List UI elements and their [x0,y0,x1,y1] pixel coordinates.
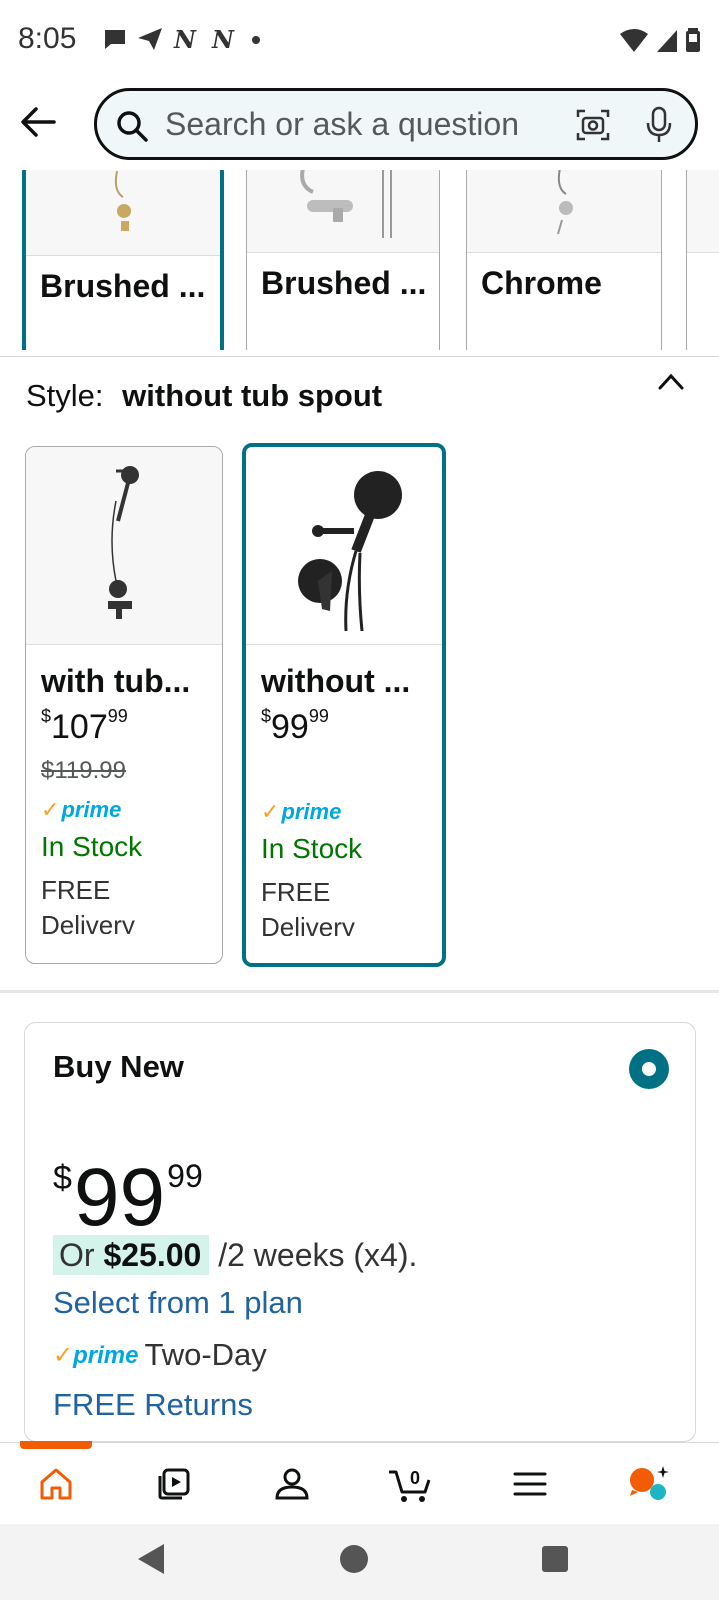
camera-search-icon[interactable] [575,107,611,143]
buy-new-card[interactable]: Buy New $9999 Or $25.00 /2 weeks (x4). S… [24,1022,696,1442]
send-icon [138,28,162,50]
prime-badge: ✓ prime [41,797,122,822]
list-price [246,747,442,787]
nyt-icon: N [211,26,235,52]
color-option-label: Chrome [481,265,602,301]
color-option-label: Brushed ... [40,268,206,304]
free-label: FREE [261,877,331,907]
free-label: FREE [41,875,111,905]
system-back-icon[interactable] [136,1542,166,1576]
chevron-up-icon[interactable] [656,370,686,392]
battery-icon [686,28,700,52]
back-button[interactable] [14,98,62,146]
color-option-chrome[interactable]: Chrome [466,170,662,350]
status-time: 8:05 [18,22,77,55]
search-header [0,80,719,170]
prime-badge: ✓ prime [261,799,342,824]
cart-tab[interactable]: 0 [385,1459,435,1509]
svg-text:N: N [211,26,235,52]
list-price: $119.99 [41,757,126,784]
rufus-tab[interactable] [624,1459,674,1509]
product-thumbnail [246,447,442,645]
home-icon [40,1468,72,1500]
buy-new-title: Buy New [53,1049,184,1084]
home-tab[interactable] [31,1459,81,1509]
buy-new-radio[interactable] [629,1049,669,1089]
search-input[interactable] [165,103,545,145]
svg-text:N: N [173,26,197,52]
delivery-label: Delivery [41,910,135,934]
microphone-icon[interactable] [643,105,675,145]
divider [0,990,719,993]
product-thumbnail [687,170,719,253]
rufus-icon [630,1466,669,1500]
cart-count: 0 [410,1468,420,1488]
style-option-price: $9999 [261,706,329,746]
buy-new-price: $9999 [53,1152,203,1243]
product-thumbnail [247,170,439,253]
system-home-icon[interactable] [338,1542,370,1576]
color-option-label: Brushed ... [261,265,427,301]
color-options: Brushed ... Brushed ... Chrome [0,170,719,350]
product-thumbnail [26,170,220,256]
product-thumbnail [467,170,661,253]
color-option-brushed-gold[interactable]: Brushed ... [22,170,224,350]
system-recents-icon[interactable] [540,1542,570,1576]
delivery-label: Delivery [261,912,355,936]
active-tab-indicator [20,1441,92,1449]
prime-shipping: ✓prime Two-Day [53,1337,267,1372]
style-option-with-tub-spout[interactable]: with tub... $10799 $119.99 ✓ prime In Sto… [25,446,223,964]
nyt-icon: N [173,26,197,52]
video-tab[interactable] [149,1459,199,1509]
product-thumbnail [26,447,222,645]
stock-status: In Stock [41,831,143,862]
color-option-brushed-nickel[interactable]: Brushed ... [246,170,440,350]
style-option-price: $10799 [41,706,128,746]
notification-icons: N N [102,26,264,52]
free-returns-link[interactable]: FREE Returns [53,1387,253,1423]
cart-icon: 0 [389,1468,431,1502]
bottom-navigation: 0 [0,1441,719,1524]
installment-offer: Or $25.00 /2 weeks (x4). [53,1235,417,1275]
search-icon [117,111,148,142]
dot-icon [252,36,260,44]
stock-status: In Stock [261,833,363,864]
menu-icon [513,1472,547,1496]
signal-icon [657,30,677,52]
menu-tab[interactable] [505,1459,555,1509]
search-bar[interactable] [94,88,698,160]
style-label: Style: [26,378,104,413]
style-option-without-tub-spout[interactable]: without ... $9999 ✓ prime In Stock FREE D… [242,443,446,967]
style-value: without tub spout [122,378,383,413]
style-option-title: with tub... [41,663,191,699]
divider [0,356,719,357]
style-option-title: without ... [261,663,411,699]
wifi-icon [620,29,648,52]
account-icon [275,1468,309,1500]
back-arrow-icon [21,107,56,137]
chat-icon [105,30,125,49]
style-selector-heading: Style: without tub spout [26,378,382,414]
status-bar: 8:05 N N [0,0,719,80]
video-icon [158,1468,190,1500]
system-icons [619,26,701,54]
select-plan-link[interactable]: Select from 1 plan [53,1285,303,1321]
system-navigation-bar [0,1524,719,1600]
color-option-partial[interactable] [686,170,719,350]
account-tab[interactable] [267,1459,317,1509]
